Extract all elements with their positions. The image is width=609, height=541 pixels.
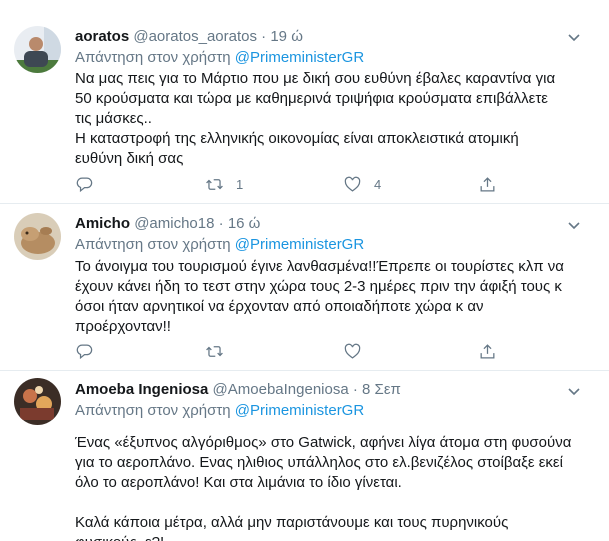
reply-button[interactable] <box>75 341 94 361</box>
avatar[interactable] <box>14 26 61 73</box>
retweet-count: 1 <box>236 176 244 192</box>
separator-dot: · <box>352 381 358 398</box>
tweet-aoratos[interactable]: aoratos @aoratos_aoratos · 19 ώ Απάντηση… <box>0 0 609 203</box>
reply-icon <box>76 177 93 192</box>
tweet-line: όλο το αεροπλάνο! Και στα λιμάνια το ίδι… <box>75 474 402 491</box>
retweet-icon <box>206 178 223 190</box>
tweet-time[interactable]: 19 ώ <box>270 28 303 45</box>
like-button[interactable] <box>343 341 374 361</box>
mention-link[interactable]: @PrimeministerGR <box>235 236 364 253</box>
share-button[interactable] <box>478 341 497 361</box>
tweet-line: Η καταστροφή της ελληνικής οικονομίας εί… <box>75 130 519 147</box>
reply-button[interactable] <box>75 174 94 194</box>
tweet-line: όσοι ήταν αρνητικοί να έρχονταν από οποι… <box>75 298 484 315</box>
tweet-line: τις μάσκες.. <box>75 110 152 127</box>
chevron-down-icon[interactable] <box>566 217 582 233</box>
reply-icon <box>76 344 93 359</box>
tweet-time[interactable]: 16 ώ <box>228 215 261 232</box>
avatar[interactable] <box>14 213 61 260</box>
reply-feed: aoratos @aoratos_aoratos · 19 ώ Απάντηση… <box>0 0 609 541</box>
tweet-line: Να μας πεις για το Μάρτιο που με δική σο… <box>75 70 556 87</box>
tweet-line: Ένας «έξυπνος αλγόριθμος» στο Gatwick, α… <box>75 434 572 451</box>
tweet-text: Να μας πεις για το Μάρτιο που με δική σο… <box>75 69 587 169</box>
tweet-line: έχουν κάνει ήδη το τεστ στην χώρα τους 2… <box>75 278 562 295</box>
mention-link[interactable]: @PrimeministerGR <box>235 402 364 419</box>
reply-to-line: Απάντηση στον χρήστη @PrimeministerGR <box>75 235 364 255</box>
separator-dot: · <box>218 215 224 232</box>
tweet-line: προέρχονταν!! <box>75 318 171 335</box>
mention-link[interactable]: @PrimeministerGR <box>235 49 364 66</box>
display-name[interactable]: Amoeba Ingeniosa <box>75 381 208 398</box>
reply-prefix: Απάντηση στον χρήστη <box>75 402 231 419</box>
retweet-icon <box>206 345 223 357</box>
tweet-line: Καλά κάποια μέτρα, αλλά μην παριστάνουμε… <box>75 514 509 531</box>
user-handle[interactable]: @amicho18 <box>134 215 214 232</box>
tweet-line: για το αεροπλάνο. Ενας ηλιθιος υπάλληλος… <box>75 454 563 471</box>
avatar[interactable] <box>14 378 61 425</box>
retweet-button[interactable] <box>205 341 236 361</box>
like-count: 4 <box>374 176 382 192</box>
tweet-actions <box>75 341 595 361</box>
tweet-text: Το άνοιγμα του τουρισμού έγινε λανθασμέν… <box>75 257 587 337</box>
tweet-time[interactable]: 8 Σεπ <box>362 381 401 398</box>
tweet-header: aoratos @aoratos_aoratos · 19 ώ <box>75 27 303 47</box>
tweet-actions: 1 4 <box>75 174 595 194</box>
heart-icon <box>344 176 361 192</box>
share-button[interactable] <box>478 174 497 194</box>
tweet-line: Το άνοιγμα του τουρισμού έγινε λανθασμέν… <box>75 258 564 275</box>
retweet-button[interactable]: 1 <box>205 174 243 194</box>
display-name[interactable]: Amicho <box>75 215 130 232</box>
tweet-header: Amicho @amicho18 · 16 ώ <box>75 214 260 234</box>
tweet-text: Ένας «έξυπνος αλγόριθμος» στο Gatwick, α… <box>75 433 587 541</box>
user-handle[interactable]: @AmoebaIngeniosa <box>213 381 349 398</box>
user-handle[interactable]: @aoratos_aoratos <box>133 28 257 45</box>
chevron-down-icon[interactable] <box>566 383 582 399</box>
reply-to-line: Απάντηση στον χρήστη @PrimeministerGR <box>75 401 364 421</box>
tweet-amoeba-ingeniosa[interactable]: Amoeba Ingeniosa @AmoebaIngeniosa · 8 Σε… <box>0 371 609 541</box>
share-icon <box>480 176 495 191</box>
tweet-line: ευθύνη δική σας <box>75 150 184 167</box>
display-name[interactable]: aoratos <box>75 28 129 45</box>
heart-icon <box>344 343 361 359</box>
share-icon <box>480 343 495 358</box>
tweet-amicho[interactable]: Amicho @amicho18 · 16 ώ Απάντηση στον χρ… <box>0 204 609 370</box>
separator-dot: · <box>261 28 267 45</box>
reply-to-line: Απάντηση στον χρήστη @PrimeministerGR <box>75 48 364 68</box>
reply-prefix: Απάντηση στον χρήστη <box>75 236 231 253</box>
reply-prefix: Απάντηση στον χρήστη <box>75 49 231 66</box>
like-button[interactable]: 4 <box>343 174 381 194</box>
tweet-line: 50 κρούσματα και τώρα με καθημερινά τριψ… <box>75 90 548 107</box>
tweet-line: φυσικούς, ε?! <box>75 533 587 541</box>
tweet-header: Amoeba Ingeniosa @AmoebaIngeniosa · 8 Σε… <box>75 380 401 400</box>
chevron-down-icon[interactable] <box>566 29 582 45</box>
